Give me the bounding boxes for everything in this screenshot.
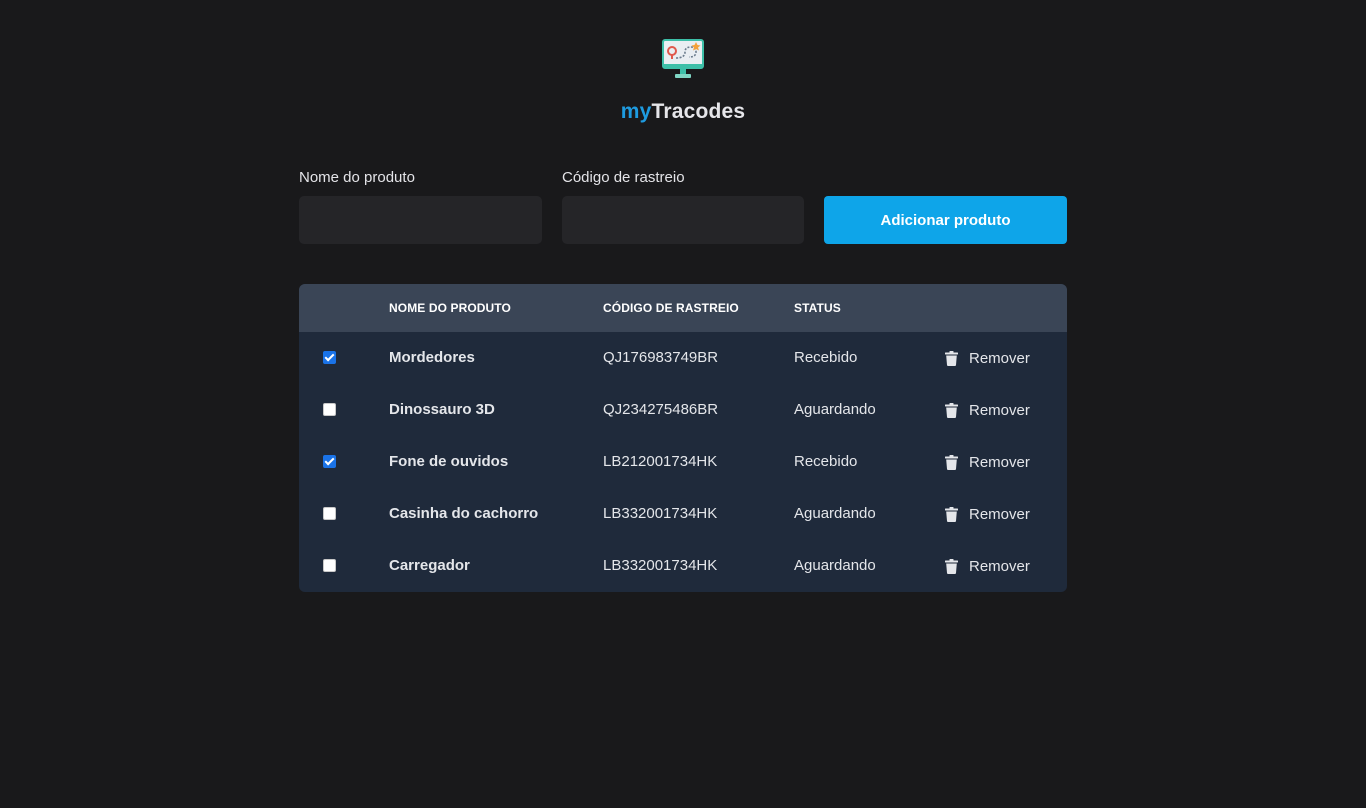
row-product-name: Mordedores: [389, 349, 475, 366]
table-row: Dinossauro 3D QJ234275486BR Aguardando R…: [299, 384, 1067, 436]
row-product-name: Carregador: [389, 557, 470, 574]
remove-label: Remover: [969, 557, 1030, 575]
remove-button[interactable]: Remover: [945, 540, 1030, 592]
add-product-button[interactable]: Adicionar produto: [824, 196, 1067, 244]
table-row: Casinha do cachorro LB332001734HK Aguard…: [299, 488, 1067, 540]
remove-button[interactable]: Remover: [945, 488, 1030, 540]
monitor-route-icon: [662, 39, 704, 78]
trash-icon: [945, 454, 958, 470]
row-status: Recebido: [794, 453, 858, 470]
header-tracking-code: CÓDIGO DE RASTREIO: [603, 301, 739, 315]
remove-label: Remover: [969, 505, 1030, 523]
product-name-label: Nome do produto: [299, 169, 415, 186]
table-header: NOME DO PRODUTO CÓDIGO DE RASTREIO STATU…: [299, 284, 1067, 332]
row-checkbox[interactable]: [323, 559, 336, 572]
remove-label: Remover: [969, 349, 1030, 367]
remove-button[interactable]: Remover: [945, 332, 1030, 384]
brand-title: myTracodes: [621, 100, 746, 124]
product-name-field: Nome do produto: [299, 168, 542, 244]
logo-header: myTracodes: [0, 38, 1366, 124]
row-product-name: Dinossauro 3D: [389, 401, 495, 418]
tracking-code-field: Código de rastreio: [562, 168, 804, 244]
trash-icon: [945, 558, 958, 574]
table-row: Mordedores QJ176983749BR Recebido Remove…: [299, 332, 1067, 384]
remove-button[interactable]: Remover: [945, 384, 1030, 436]
row-product-name: Casinha do cachorro: [389, 505, 539, 522]
trash-icon: [945, 506, 958, 522]
trash-icon: [945, 350, 958, 366]
brand-prefix: my: [620, 100, 652, 123]
add-product-form: Nome do produto Código de rastreio Adici…: [299, 168, 1067, 244]
tracking-code-input[interactable]: [562, 196, 804, 244]
remove-label: Remover: [969, 401, 1030, 419]
row-status: Aguardando: [794, 401, 876, 418]
table-row: Fone de ouvidos LB212001734HK Recebido R…: [299, 436, 1067, 488]
row-status: Aguardando: [794, 557, 876, 574]
tracking-code-label: Código de rastreio: [562, 169, 685, 186]
row-status: Aguardando: [794, 505, 876, 522]
row-checkbox[interactable]: [323, 507, 336, 520]
row-checkbox[interactable]: [323, 403, 336, 416]
trash-icon: [945, 402, 958, 418]
table-body: Mordedores QJ176983749BR Recebido Remove…: [299, 332, 1067, 592]
row-checkbox[interactable]: [323, 351, 336, 364]
row-tracking-code: QJ176983749BR: [603, 349, 719, 366]
row-checkbox[interactable]: [323, 455, 336, 468]
row-status: Recebido: [794, 349, 858, 366]
remove-button[interactable]: Remover: [945, 436, 1030, 488]
brand-suffix: Tracodes: [651, 100, 746, 123]
remove-label: Remover: [969, 453, 1030, 471]
row-tracking-code: LB332001734HK: [603, 557, 718, 574]
app-root: myTracodes Nome do produto Código de ras…: [0, 0, 1366, 808]
row-product-name: Fone de ouvidos: [389, 453, 509, 470]
product-name-input[interactable]: [299, 196, 542, 244]
table-row: Carregador LB332001734HK Aguardando Remo…: [299, 540, 1067, 592]
row-tracking-code: LB332001734HK: [603, 505, 718, 522]
products-table: NOME DO PRODUTO CÓDIGO DE RASTREIO STATU…: [299, 284, 1067, 592]
header-status: STATUS: [794, 301, 841, 315]
row-tracking-code: QJ234275486BR: [603, 401, 719, 418]
header-product-name: NOME DO PRODUTO: [389, 301, 511, 315]
row-tracking-code: LB212001734HK: [603, 453, 718, 470]
